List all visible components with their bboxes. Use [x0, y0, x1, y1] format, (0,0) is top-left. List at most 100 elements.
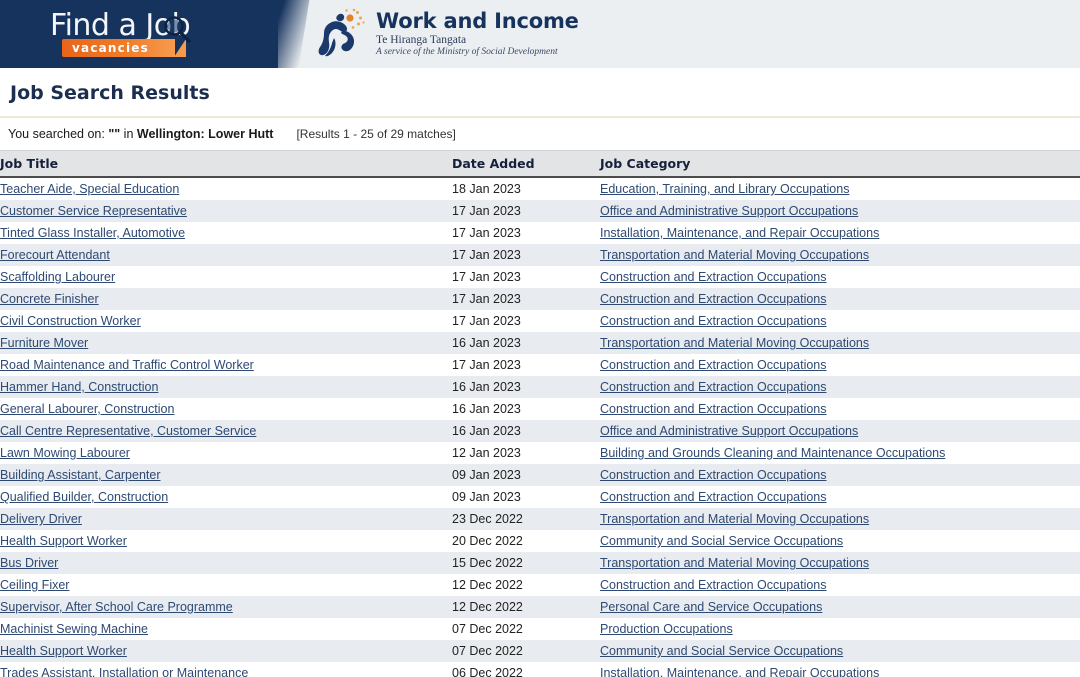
- work-and-income-logo[interactable]: Work and Income Te Hiranga Tangata A ser…: [312, 0, 579, 68]
- work-and-income-maori-subtitle: Te Hiranga Tangata: [376, 33, 467, 46]
- table-row: Teacher Aide, Special Education 18 Jan 20…: [0, 177, 1080, 200]
- job-category-link[interactable]: Building and Grounds Cleaning and Mainte…: [600, 446, 945, 460]
- date-added-cell: 17 Jan 2023: [452, 310, 600, 332]
- job-category-cell: Construction and Extraction Occupations: [600, 486, 1080, 508]
- table-row: Qualified Builder, Construction 09 Jan 20…: [0, 486, 1080, 508]
- job-title-link[interactable]: Ceiling Fixer: [0, 578, 69, 592]
- job-title-link[interactable]: Call Centre Representative, Customer Ser…: [0, 424, 256, 438]
- table-header-row: Job Title Date Added Job Category: [0, 150, 1080, 178]
- job-category-link[interactable]: Construction and Extraction Occupations: [600, 292, 827, 306]
- column-header-job-category[interactable]: Job Category: [600, 150, 1080, 178]
- job-title-cell: Health Support Worker: [0, 530, 452, 552]
- table-row: Trades Assistant, Installation or Mainte…: [0, 662, 1080, 677]
- table-row: Road Maintenance and Traffic Control Wor…: [0, 354, 1080, 376]
- job-title-link[interactable]: Supervisor, After School Care Programme: [0, 600, 233, 614]
- job-category-link[interactable]: Education, Training, and Library Occupat…: [600, 182, 849, 196]
- job-category-link[interactable]: Construction and Extraction Occupations: [600, 578, 827, 592]
- job-title-cell: Tinted Glass Installer, Automotive: [0, 222, 452, 244]
- job-title-link[interactable]: Concrete Finisher: [0, 292, 99, 306]
- job-category-link[interactable]: Construction and Extraction Occupations: [600, 380, 827, 394]
- date-added-cell: 07 Dec 2022: [452, 618, 600, 640]
- job-category-link[interactable]: Community and Social Service Occupations: [600, 644, 843, 658]
- date-added-cell: 18 Jan 2023: [452, 177, 600, 200]
- job-category-link[interactable]: Construction and Extraction Occupations: [600, 358, 827, 372]
- job-title-cell: Teacher Aide, Special Education: [0, 177, 452, 200]
- job-title-link[interactable]: Civil Construction Worker: [0, 314, 141, 328]
- job-title-cell: Hammer Hand, Construction: [0, 376, 452, 398]
- job-title-cell: General Labourer, Construction: [0, 398, 452, 420]
- job-results-table: Job Title Date Added Job Category Teache…: [0, 150, 1080, 677]
- job-title-link[interactable]: Road Maintenance and Traffic Control Wor…: [0, 358, 254, 372]
- job-results-body: Teacher Aide, Special Education 18 Jan 20…: [0, 177, 1080, 677]
- job-title-link[interactable]: Bus Driver: [0, 556, 58, 570]
- date-added-cell: 06 Dec 2022: [452, 662, 600, 677]
- job-category-link[interactable]: Transportation and Material Moving Occup…: [600, 248, 869, 262]
- job-title-cell: Qualified Builder, Construction: [0, 486, 452, 508]
- table-row: Forecourt Attendant 17 Jan 2023 Transporta…: [0, 244, 1080, 266]
- job-category-cell: Construction and Extraction Occupations: [600, 288, 1080, 310]
- table-row: Ceiling Fixer 12 Dec 2022 Construction and…: [0, 574, 1080, 596]
- table-row: Civil Construction Worker 17 Jan 2023 Cons…: [0, 310, 1080, 332]
- date-added-cell: 09 Jan 2023: [452, 464, 600, 486]
- job-category-link[interactable]: Community and Social Service Occupations: [600, 534, 843, 548]
- job-title-link[interactable]: Building Assistant, Carpenter: [0, 468, 161, 482]
- job-title-link[interactable]: Health Support Worker: [0, 534, 127, 548]
- date-added-cell: 09 Jan 2023: [452, 486, 600, 508]
- table-row: Health Support Worker 20 Dec 2022 Communit…: [0, 530, 1080, 552]
- date-added-cell: 17 Jan 2023: [452, 288, 600, 310]
- job-category-cell: Installation, Maintenance, and Repair Oc…: [600, 222, 1080, 244]
- date-added-cell: 17 Jan 2023: [452, 354, 600, 376]
- table-row: Machinist Sewing Machine 07 Dec 2022 Produ…: [0, 618, 1080, 640]
- job-title-link[interactable]: Lawn Mowing Labourer: [0, 446, 130, 460]
- job-title-link[interactable]: Scaffolding Labourer: [0, 270, 115, 284]
- job-category-cell: Installation, Maintenance, and Repair Oc…: [600, 662, 1080, 677]
- table-row: Bus Driver 15 Dec 2022 Transportation and …: [0, 552, 1080, 574]
- job-category-link[interactable]: Construction and Extraction Occupations: [600, 270, 827, 284]
- job-category-link[interactable]: Office and Administrative Support Occupa…: [600, 424, 858, 438]
- job-title-link[interactable]: Machinist Sewing Machine: [0, 622, 148, 636]
- job-category-cell: Building and Grounds Cleaning and Mainte…: [600, 442, 1080, 464]
- job-title-link[interactable]: Trades Assistant, Installation or Mainte…: [0, 666, 248, 677]
- work-and-income-tagline: A service of the Ministry of Social Deve…: [376, 46, 558, 57]
- job-category-cell: Personal Care and Service Occupations: [600, 596, 1080, 618]
- job-category-link[interactable]: Installation, Maintenance, and Repair Oc…: [600, 666, 879, 677]
- job-category-link[interactable]: Construction and Extraction Occupations: [600, 468, 827, 482]
- table-row: Building Assistant, Carpenter 09 Jan 2023…: [0, 464, 1080, 486]
- job-category-link[interactable]: Office and Administrative Support Occupa…: [600, 204, 858, 218]
- job-category-cell: Construction and Extraction Occupations: [600, 354, 1080, 376]
- job-category-link[interactable]: Construction and Extraction Occupations: [600, 490, 827, 504]
- site-masthead: Find a Job vacancies Work and Income Te …: [0, 0, 1080, 68]
- date-added-cell: 16 Jan 2023: [452, 420, 600, 442]
- job-title-link[interactable]: General Labourer, Construction: [0, 402, 174, 416]
- job-category-cell: Transportation and Material Moving Occup…: [600, 332, 1080, 354]
- job-category-link[interactable]: Installation, Maintenance, and Repair Oc…: [600, 226, 879, 240]
- job-title-link[interactable]: Tinted Glass Installer, Automotive: [0, 226, 185, 240]
- job-title-link[interactable]: Furniture Mover: [0, 336, 88, 350]
- column-header-date-added[interactable]: Date Added: [452, 150, 600, 178]
- job-category-link[interactable]: Personal Care and Service Occupations: [600, 600, 822, 614]
- page-title-area: Job Search Results: [0, 68, 1080, 104]
- job-title-link[interactable]: Teacher Aide, Special Education: [0, 182, 179, 196]
- job-title-link[interactable]: Customer Service Representative: [0, 204, 187, 218]
- job-category-cell: Construction and Extraction Occupations: [600, 398, 1080, 420]
- job-category-link[interactable]: Production Occupations: [600, 622, 733, 636]
- job-category-link[interactable]: Transportation and Material Moving Occup…: [600, 512, 869, 526]
- table-row: Hammer Hand, Construction 16 Jan 2023 Cons…: [0, 376, 1080, 398]
- find-a-job-logo[interactable]: Find a Job vacancies: [0, 0, 278, 68]
- job-title-link[interactable]: Delivery Driver: [0, 512, 82, 526]
- job-title-link[interactable]: Hammer Hand, Construction: [0, 380, 158, 394]
- job-title-cell: Scaffolding Labourer: [0, 266, 452, 288]
- job-category-cell: Construction and Extraction Occupations: [600, 266, 1080, 288]
- date-added-cell: 17 Jan 2023: [452, 200, 600, 222]
- job-category-link[interactable]: Transportation and Material Moving Occup…: [600, 556, 869, 570]
- job-category-link[interactable]: Construction and Extraction Occupations: [600, 402, 827, 416]
- job-title-link[interactable]: Qualified Builder, Construction: [0, 490, 168, 504]
- date-added-cell: 15 Dec 2022: [452, 552, 600, 574]
- job-category-link[interactable]: Construction and Extraction Occupations: [600, 314, 827, 328]
- table-row: General Labourer, Construction 16 Jan 202…: [0, 398, 1080, 420]
- job-title-link[interactable]: Forecourt Attendant: [0, 248, 110, 262]
- job-title-link[interactable]: Health Support Worker: [0, 644, 127, 658]
- job-category-link[interactable]: Transportation and Material Moving Occup…: [600, 336, 869, 350]
- search-summary: You searched on: "" in Wellington: Lower…: [0, 118, 1080, 150]
- column-header-job-title[interactable]: Job Title: [0, 150, 452, 178]
